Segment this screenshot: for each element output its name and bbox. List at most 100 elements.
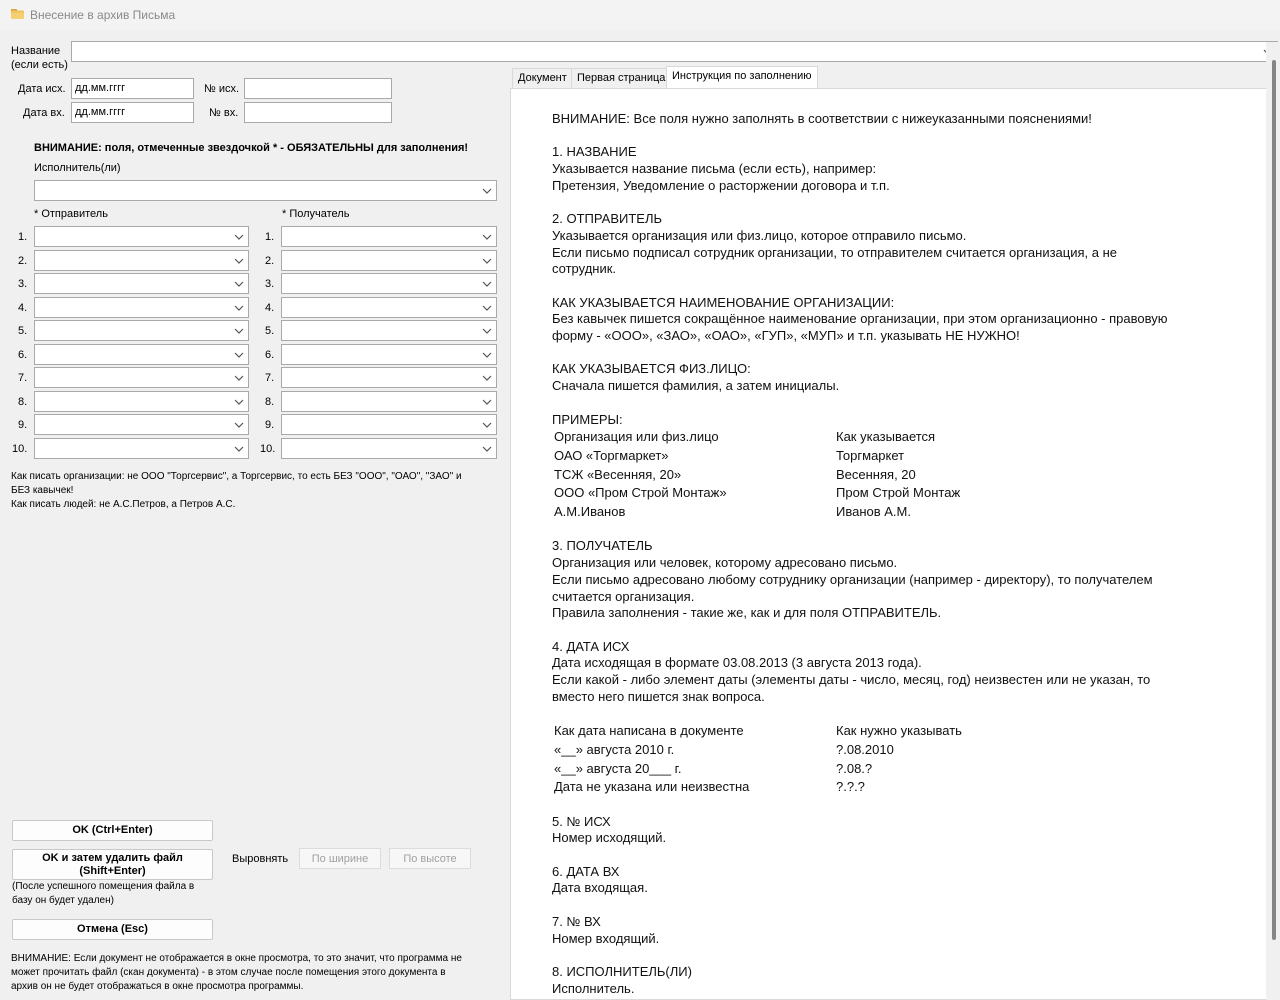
instructions-panel: ВНИМАНИЕ: Все поля нужно заполнять в соо…	[510, 88, 1274, 1000]
tab-first-page[interactable]: Первая страница	[571, 68, 672, 88]
sender-combobox[interactable]	[34, 249, 249, 271]
section-title: ПРИМЕРЫ:	[552, 411, 623, 427]
text-line: Правила заполнения - такие же, как и для…	[552, 605, 942, 621]
table-cell: Как нужно указывать	[836, 723, 962, 739]
table-cell: ?.?.?	[836, 779, 865, 795]
recipient-label: * Получатель	[282, 208, 350, 220]
recipient-combobox[interactable]	[281, 367, 497, 388]
recipient-row-number: 7.	[265, 372, 275, 384]
align-label: Выровнять	[232, 853, 289, 865]
ok-button[interactable]: OK (Ctrl+Enter)	[12, 820, 213, 841]
sender-row-number: 9.	[18, 419, 28, 431]
fit-width-button[interactable]: По ширине	[299, 848, 381, 869]
text-line: Если письмо подписал сотрудник организац…	[552, 244, 1117, 260]
text-line: считается организация.	[552, 588, 695, 604]
cancel-button[interactable]: Отмена (Esc)	[12, 919, 213, 940]
sender-row-number: 5.	[18, 325, 28, 337]
text-line: Если какой - либо элемент даты (элементы…	[552, 672, 1151, 688]
text-line: Организация или человек, которому адресо…	[552, 555, 898, 571]
folder-icon	[11, 9, 24, 19]
text-line: Исполнитель.	[552, 980, 635, 996]
text-line: Номер исходящий.	[552, 830, 667, 846]
table-cell: Дата не указана или неизвестна	[554, 779, 750, 795]
recipient-combobox[interactable]	[281, 273, 497, 294]
date-in-field[interactable]: дд.мм.гггг	[71, 102, 194, 123]
bottom-warning-line1: ВНИМАНИЕ: Если документ не отображается …	[11, 953, 462, 964]
sender-combobox[interactable]	[34, 343, 249, 365]
sender-row-number: 7.	[18, 372, 28, 384]
recipient-row-number: 2.	[265, 254, 275, 267]
recipient-row-number: 9.	[265, 419, 275, 431]
table-cell: Иванов А.М.	[836, 504, 911, 520]
tab-document[interactable]: Документ	[512, 68, 573, 88]
chevron-down-icon	[482, 258, 492, 264]
chevron-down-icon	[482, 188, 492, 194]
people-hint: Как писать людей: не А.С.Петров, а Петро…	[11, 499, 236, 510]
table-cell: ООО «Пром Строй Монтаж»	[554, 485, 727, 501]
text-line: Указывается организация или физ.лицо, ко…	[552, 227, 967, 243]
ok-delete-note-line1: (После успешного помещения файла в	[12, 881, 195, 892]
sender-row-number: 2.	[18, 254, 28, 267]
sender-row-number: 4.	[18, 301, 28, 314]
name-sublabel: (если есть)	[11, 59, 68, 71]
date-out-field[interactable]: дд.мм.гггг	[71, 78, 194, 99]
chevron-down-icon	[482, 446, 492, 452]
examples-table: Организация или физ.лицо Как указывается …	[552, 428, 1252, 522]
org-hint-line1: Как писать организации: не ООО "Торгсерв…	[11, 471, 462, 482]
sender-combobox[interactable]	[34, 226, 249, 247]
recipient-combobox[interactable]	[281, 226, 497, 247]
executor-combobox[interactable]	[34, 180, 497, 201]
chevron-down-icon	[234, 328, 244, 334]
name-combobox[interactable]	[71, 41, 1278, 62]
chevron-down-icon	[234, 399, 244, 405]
tab-instructions[interactable]: Инструкция по заполнению	[666, 66, 818, 89]
sender-row-number: 10.	[12, 442, 28, 455]
num-in-field[interactable]	[244, 102, 392, 123]
sender-combobox[interactable]	[34, 390, 249, 412]
recipient-combobox[interactable]	[281, 296, 497, 318]
recipient-combobox[interactable]	[281, 390, 497, 412]
sender-combobox[interactable]	[34, 367, 249, 388]
sender-combobox[interactable]	[34, 320, 249, 341]
text-line: Дата исходящая в формате 03.08.2013 (3 а…	[552, 655, 922, 671]
table-cell: Организация или физ.лицо	[554, 429, 719, 445]
scrollbar-thumb[interactable]	[1272, 60, 1276, 940]
ok-delete-button[interactable]: OK и затем удалить файл (Shift+Enter)	[12, 849, 213, 880]
text-line: Дата входящая.	[552, 880, 648, 896]
recipient-row-number: 3.	[265, 278, 275, 290]
table-cell: ?.08.?	[836, 760, 873, 776]
recipient-row-number: 6.	[265, 348, 275, 361]
recipient-combobox[interactable]	[281, 249, 497, 271]
text-line: Если письмо адресовано любому сотруднику…	[552, 571, 1153, 587]
executor-label: Исполнитель(ли)	[34, 162, 121, 174]
chevron-down-icon	[234, 258, 244, 264]
recipient-row-number: 1.	[265, 231, 275, 243]
sender-combobox[interactable]	[34, 437, 249, 459]
section-title: КАК УКАЗЫВАЕТСЯ НАИМЕНОВАНИЕ ОРГАНИЗАЦИИ…	[552, 294, 895, 310]
sender-combobox[interactable]	[34, 414, 249, 435]
table-cell: «__» августа 2010 г.	[554, 741, 675, 757]
sender-row-number: 3.	[18, 278, 28, 290]
section-title: 3. ПОЛУЧАТЕЛЬ	[552, 538, 653, 554]
table-row: Как дата написана в документе Как нужно у…	[552, 722, 1252, 741]
recipient-combobox[interactable]	[281, 437, 497, 459]
chevron-down-icon	[234, 305, 244, 311]
recipient-combobox[interactable]	[281, 414, 497, 435]
ok-delete-note-line2: базу он будет удален)	[12, 895, 114, 906]
table-cell: «__» августа 20___ г.	[554, 760, 682, 776]
chevron-down-icon	[482, 234, 492, 240]
section-title: 2. ОТПРАВИТЕЛЬ	[552, 211, 663, 227]
table-cell: Торгмаркет	[836, 447, 905, 463]
table-cell: А.М.Иванов	[554, 504, 626, 520]
fit-height-button[interactable]: По высоте	[389, 848, 471, 869]
chevron-down-icon	[234, 352, 244, 358]
table-cell: ?.08.2010	[836, 741, 894, 757]
sender-combobox[interactable]	[34, 273, 249, 294]
chevron-down-icon	[482, 352, 492, 358]
section-title: 1. НАЗВАНИЕ	[552, 144, 637, 160]
num-out-field[interactable]	[244, 78, 392, 99]
recipient-combobox[interactable]	[281, 320, 497, 341]
recipient-combobox[interactable]	[281, 343, 497, 365]
sender-combobox[interactable]	[34, 296, 249, 318]
dates-table: Как дата написана в документе Как нужно у…	[552, 722, 1252, 797]
